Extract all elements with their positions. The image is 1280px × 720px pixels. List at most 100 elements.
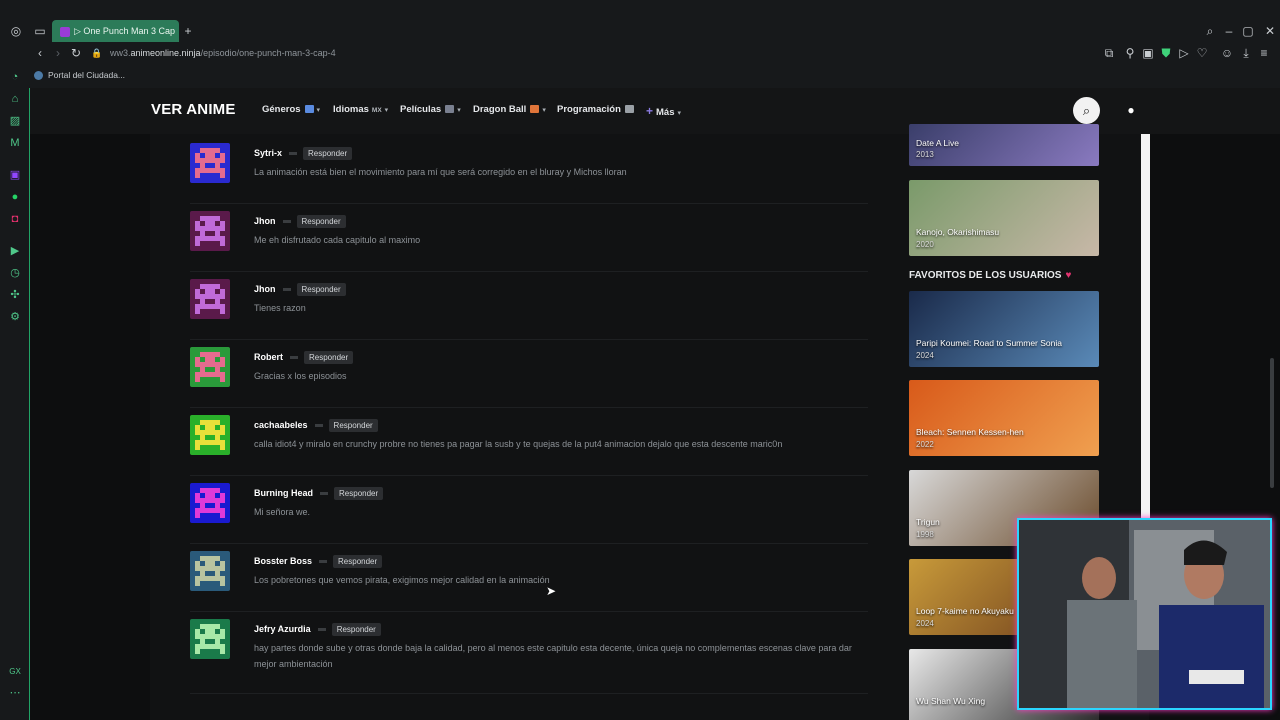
tab-title: ▷ One Punch Man 3 Cap xyxy=(74,26,175,36)
comment-item: Sytri-x Responder La animación está bien e… xyxy=(190,136,868,204)
comments-section: Sytri-x Responder La animación está bien e… xyxy=(150,134,909,720)
gx-control-icon[interactable]: ◔ xyxy=(8,70,22,84)
bookmark-globe-icon xyxy=(34,71,43,81)
comment-author[interactable]: Robert xyxy=(254,352,283,362)
reply-button[interactable]: Responder xyxy=(333,555,383,568)
anime-card-title: Bleach: Sennen Kessen-hen xyxy=(916,427,1024,437)
address-bar[interactable]: ww3.animeonline.ninja/episodio/one-punch… xyxy=(110,46,336,60)
forward-icon[interactable]: › xyxy=(50,46,66,60)
reply-button[interactable]: Responder xyxy=(334,487,384,500)
nav-generos-label: Géneros xyxy=(262,104,301,115)
identicon-icon xyxy=(195,148,225,178)
avatar xyxy=(190,551,230,591)
download-icon[interactable]: ⤓ xyxy=(1238,46,1254,60)
nav-idiomas[interactable]: Idiomas MX ▾ xyxy=(333,104,388,115)
reply-button[interactable]: Responder xyxy=(331,623,381,636)
nav-peliculas[interactable]: Películas ▾ xyxy=(400,104,461,115)
comment-text: Me eh disfrutado cada capitulo al maximo xyxy=(254,235,421,245)
avatar xyxy=(190,483,230,523)
user-icon[interactable]: ● xyxy=(1124,103,1138,117)
site-logo[interactable]: VER ANIME xyxy=(151,101,236,118)
gx-corner-icon[interactable]: ⌂ xyxy=(8,92,22,106)
minimize-icon[interactable]: – xyxy=(1221,24,1237,38)
anime-card[interactable]: Kanojo, Okarishimasu 2020 xyxy=(909,180,1099,256)
identicon-icon xyxy=(195,488,225,518)
new-tab-button[interactable]: + xyxy=(181,24,195,38)
history-icon[interactable]: ◷ xyxy=(8,266,22,280)
comment-author[interactable]: Jefry Azurdia xyxy=(254,624,311,634)
identicon-icon xyxy=(195,420,225,450)
anime-card[interactable]: Bleach: Sennen Kessen-hen 2022 xyxy=(909,380,1099,456)
anime-card-year: 2024 xyxy=(916,619,934,628)
pin-icon[interactable]: ⚲ xyxy=(1122,46,1138,60)
settings-icon[interactable]: ⚙ xyxy=(8,310,22,324)
bookmark-item[interactable]: Portal del Ciudada... xyxy=(34,69,125,81)
comment-author[interactable]: Jhon xyxy=(254,216,276,226)
reply-button[interactable]: Responder xyxy=(304,351,354,364)
twitch-icon[interactable]: ▣ xyxy=(8,168,22,182)
favorites-heading-label: FAVORITOS DE LOS USUARIOS xyxy=(909,270,1062,281)
extension-icon[interactable]: ▣ xyxy=(1140,46,1156,60)
instagram-icon[interactable]: ◘ xyxy=(8,212,22,226)
comment-author[interactable]: Burning Head xyxy=(254,488,313,498)
comment-text: calla idiot4 y miralo en crunchy probre … xyxy=(254,439,783,449)
comment-author[interactable]: Jhon xyxy=(254,284,276,294)
comment-text: Tienes razon xyxy=(254,303,306,313)
comment-item: Burning Head Responder Mi señora we. xyxy=(190,476,868,544)
page-scrollbar[interactable] xyxy=(1270,358,1274,488)
comment-author[interactable]: Sytri-x xyxy=(254,148,282,158)
tab-active[interactable]: ▷ One Punch Man 3 Cap xyxy=(52,20,179,42)
menu-icon[interactable]: ≡ xyxy=(1256,46,1272,60)
tab-manager-icon[interactable]: ▭ xyxy=(32,24,48,38)
profile-icon[interactable]: ☺ xyxy=(1219,46,1235,60)
comment-header: Robert Responder xyxy=(254,351,354,364)
reply-button[interactable]: Responder xyxy=(296,283,346,296)
opera-gx-logo-icon[interactable]: ◎ xyxy=(8,24,24,38)
bookmark-label: Portal del Ciudada... xyxy=(48,70,126,80)
comment-text: Gracias x los episodios xyxy=(254,371,347,381)
anime-card-title: Paripi Koumei: Road to Summer Sonia xyxy=(916,338,1062,348)
back-icon[interactable]: ‹ xyxy=(32,46,48,60)
search-button[interactable]: ⌕ xyxy=(1073,97,1100,124)
reply-button[interactable]: Responder xyxy=(296,215,346,228)
close-window-icon[interactable]: ✕ xyxy=(1262,24,1278,38)
comment-text: Los pobretones que vemos pirata, exigimo… xyxy=(254,575,550,585)
gx-m-icon[interactable]: M xyxy=(8,136,22,150)
heart-icon: ♥ xyxy=(1065,270,1072,281)
extensions-icon[interactable]: ✣ xyxy=(8,288,22,302)
anime-card[interactable]: Paripi Koumei: Road to Summer Sonia 2024 xyxy=(909,291,1099,367)
maximize-icon[interactable]: ▢ xyxy=(1240,24,1256,38)
comment-header: Jhon Responder xyxy=(254,215,346,228)
flow-icon[interactable]: ▷ xyxy=(1176,46,1192,60)
nav-programacion[interactable]: Programación xyxy=(557,104,634,115)
whatsapp-icon[interactable]: ● xyxy=(8,190,22,204)
gx-news-icon[interactable]: ▨ xyxy=(8,114,22,128)
player-icon[interactable]: ▶ xyxy=(8,244,22,258)
anime-card-year: 2022 xyxy=(916,440,934,449)
comment-text: hay partes donde sube y otras donde baja… xyxy=(254,643,852,669)
comment-text: La animación está bien el movimiento par… xyxy=(254,167,627,177)
lock-icon: 🔒 xyxy=(91,48,103,58)
nav-idiomas-flag: MX xyxy=(371,107,382,114)
vpn-shield-icon[interactable]: ⛊ xyxy=(1158,46,1174,60)
programacion-icon xyxy=(624,105,634,114)
comment-author[interactable]: cachaabeles xyxy=(254,420,308,430)
reload-icon[interactable]: ↻ xyxy=(68,46,84,60)
nav-mas[interactable]: + Más ▾ xyxy=(646,104,681,118)
nav-dragon-ball[interactable]: Dragon Ball ▾ xyxy=(473,104,546,115)
separator xyxy=(282,288,291,291)
more-icon[interactable]: ⋯ xyxy=(8,686,22,700)
dragon-ball-icon xyxy=(530,105,540,114)
search-tabs-icon[interactable]: ⌕ xyxy=(1202,24,1218,38)
reply-button[interactable]: Responder xyxy=(328,419,378,432)
chevron-down-icon: ▾ xyxy=(316,107,321,114)
comment-author[interactable]: Bosster Boss xyxy=(254,556,312,566)
avatar xyxy=(190,279,230,319)
snapshot-icon[interactable]: ⧉ xyxy=(1101,46,1117,60)
reply-button[interactable]: Responder xyxy=(303,147,353,160)
anime-card-year: 2020 xyxy=(916,240,934,249)
anime-card[interactable]: Date A Live 2013 xyxy=(909,124,1099,166)
nav-generos[interactable]: Géneros ▾ xyxy=(262,104,320,115)
avatar xyxy=(190,347,230,387)
heart-icon[interactable]: ♡ xyxy=(1194,46,1210,60)
